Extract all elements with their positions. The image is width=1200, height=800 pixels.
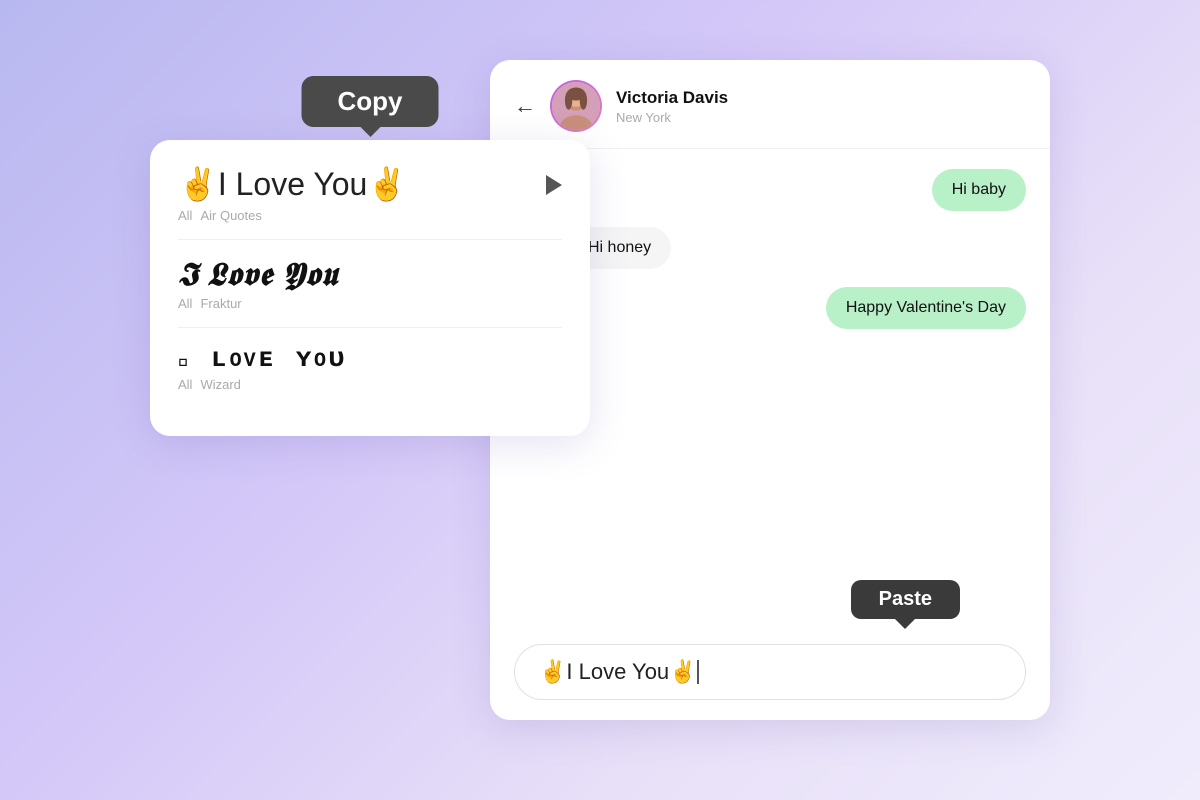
divider-1	[178, 239, 562, 240]
font-item-fraktur[interactable]: 𝕴 𝕷𝖔𝖛𝖊 𝖄𝖔𝖚 All Fraktur	[178, 256, 562, 311]
font-tags-fraktur: All Fraktur	[178, 296, 562, 311]
font-panel: Copy ✌️I Love You✌️ All Air Quotes 𝕴 𝕷𝖔𝖛…	[150, 140, 590, 436]
paste-tooltip[interactable]: Paste	[851, 580, 960, 619]
chat-input[interactable]: ✌️I Love You✌️	[514, 644, 1026, 700]
font-text-air-quotes: ✌️I Love You✌️	[178, 164, 407, 206]
message-2: Hi honey	[514, 227, 1026, 271]
back-arrow-icon[interactable]: ←	[514, 93, 536, 119]
font-style-air: Air Quotes	[200, 208, 261, 223]
font-text-fraktur: 𝕴 𝕷𝖔𝖛𝖊 𝖄𝖔𝖚	[178, 256, 562, 294]
bubble-hi-baby: Hi baby	[932, 169, 1026, 211]
copy-tooltip-label: Copy	[338, 86, 403, 116]
font-category-fraktur: All	[178, 296, 192, 311]
font-category-wizard: All	[178, 377, 192, 392]
contact-info: Victoria Davis New York	[616, 88, 728, 125]
font-tags-wizard: All Wizard	[178, 377, 562, 392]
font-style-wizard: Wizard	[200, 377, 240, 392]
scene: Copy ✌️I Love You✌️ All Air Quotes 𝕴 𝕷𝖔𝖛…	[150, 60, 1050, 740]
chevron-right-icon	[546, 175, 562, 195]
font-item-wizard[interactable]: ɪ ʟovᴇ ʏoᴜ All Wizard	[178, 344, 562, 392]
chat-header: ← Victoria Davis	[490, 60, 1050, 149]
chat-input-area: Paste ✌️I Love You✌️	[490, 632, 1050, 720]
contact-name: Victoria Davis	[616, 88, 728, 108]
message-3: Happy Valentine's Day	[514, 287, 1026, 329]
avatar-image	[552, 82, 600, 130]
font-category-air: All	[178, 208, 192, 223]
paste-tooltip-label: Paste	[879, 588, 932, 610]
avatar	[550, 80, 602, 132]
input-text: ✌️I Love You✌️	[539, 659, 697, 684]
message-1: Hi baby	[514, 169, 1026, 211]
font-tags-air-quotes: All Air Quotes	[178, 208, 562, 223]
font-text-wizard: ɪ ʟovᴇ ʏoᴜ	[178, 344, 562, 375]
font-style-fraktur: Fraktur	[200, 296, 241, 311]
divider-2	[178, 327, 562, 328]
bubble-valentines: Happy Valentine's Day	[826, 287, 1026, 329]
text-cursor	[697, 660, 699, 684]
font-item-air-quotes[interactable]: ✌️I Love You✌️ All Air Quotes	[178, 164, 562, 223]
copy-tooltip[interactable]: Copy	[302, 76, 439, 127]
contact-location: New York	[616, 110, 728, 125]
